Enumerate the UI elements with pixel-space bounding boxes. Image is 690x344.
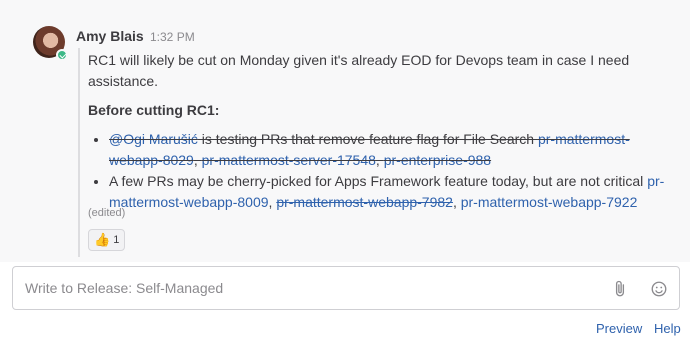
message-body: RC1 will likely be cut on Monday given i…	[88, 50, 668, 213]
online-status-icon	[56, 49, 68, 61]
post-time[interactable]: 1:32 PM	[150, 30, 195, 44]
item-text: is testing PRs that remove feature flag …	[197, 131, 538, 147]
preview-link[interactable]: Preview	[596, 321, 642, 336]
list-item: A few PRs may be cherry-picked for Apps …	[109, 171, 668, 213]
pr-link[interactable]: pr-enterprise-988	[384, 152, 491, 168]
edited-indicator: (edited)	[88, 207, 126, 219]
message-composer	[12, 266, 680, 310]
reaction-button[interactable]: 👍 1	[88, 229, 126, 251]
paperclip-icon[interactable]	[611, 280, 629, 298]
emoji-icon[interactable]	[650, 280, 668, 298]
message-input[interactable]	[25, 277, 585, 299]
thumbs-up-icon: 👍	[94, 232, 111, 247]
reaction-count: 1	[113, 234, 120, 246]
pr-link[interactable]: pr-mattermost-webapp-7982	[276, 194, 453, 210]
bullet-list: @Ogi Marušić is testing PRs that remove …	[88, 129, 668, 213]
pr-link[interactable]: pr-mattermost-webapp-7922	[461, 194, 638, 210]
list-item: @Ogi Marušić is testing PRs that remove …	[109, 129, 668, 171]
message-post: Amy Blais 1:32 PM RC1 will likely be cut…	[0, 0, 690, 262]
mention-link[interactable]: @Ogi Marušić	[109, 131, 198, 147]
pr-link[interactable]: pr-mattermost-server-17548	[202, 152, 376, 168]
quote-bar	[78, 48, 80, 257]
author-name[interactable]: Amy Blais	[76, 28, 144, 44]
struck-item-text: @Ogi Marušić is testing PRs that remove …	[109, 131, 630, 168]
message-heading: Before cutting RC1:	[88, 102, 220, 118]
help-link[interactable]: Help	[654, 321, 681, 336]
item-text: A few PRs may be cherry-picked for Apps …	[109, 173, 648, 189]
message-paragraph: RC1 will likely be cut on Monday given i…	[88, 52, 630, 89]
